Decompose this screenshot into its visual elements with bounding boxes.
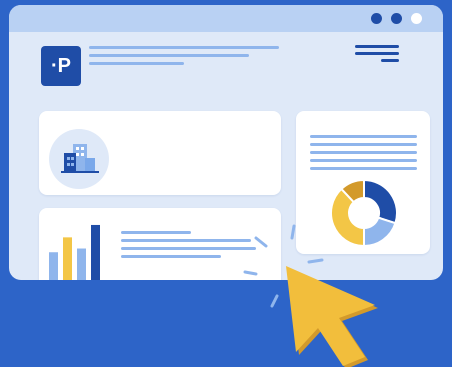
- spark-5: [270, 294, 279, 308]
- spark-3: [307, 258, 324, 264]
- spark-2: [290, 224, 296, 240]
- cursor-overlay: [243, 224, 378, 367]
- spark-1: [254, 236, 268, 248]
- cursor-arrow-icon: [286, 266, 378, 367]
- spark-4: [243, 270, 258, 276]
